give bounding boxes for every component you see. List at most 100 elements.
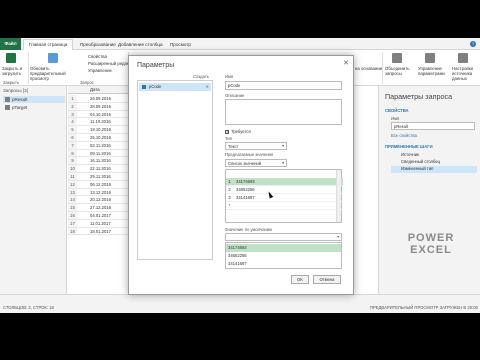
applied-step[interactable]: Сведенный столбец: [391, 159, 477, 166]
query-item-label: pTarget: [12, 105, 28, 110]
table-row[interactable]: 5 19.10.2016: [68, 126, 128, 134]
table-row[interactable]: 2 28.09.2016: [68, 102, 128, 111]
applied-step-selected[interactable]: Измененный тип: [391, 166, 477, 173]
row-number: 18: [68, 227, 77, 235]
table-row[interactable]: 18 18.01.2017: [68, 227, 128, 236]
all-properties-link[interactable]: Все свойства: [391, 133, 417, 138]
type-label: Тип: [225, 136, 232, 141]
scrollbar[interactable]: [336, 170, 341, 222]
table-row[interactable]: 11 29.11.2016: [68, 173, 128, 181]
value-row-number: 2: [228, 187, 231, 192]
column-header-date[interactable]: Дата: [90, 86, 100, 94]
table-row[interactable]: 6 25.10.2016: [68, 134, 128, 142]
description-input[interactable]: [225, 99, 342, 125]
queries-header: Запросы [3]: [3, 88, 28, 93]
cancel-button[interactable]: Отмена: [313, 275, 341, 284]
query-name-input[interactable]: pResult: [391, 122, 475, 130]
value-row-number: *: [228, 203, 231, 208]
table-row[interactable]: 8 09.11.2016: [68, 149, 128, 158]
close-load-button[interactable]: Закрыть и загрузить: [2, 66, 24, 76]
date-cell[interactable]: 18.01.2017: [90, 228, 111, 236]
parameter-item[interactable]: pCode ✕: [139, 83, 211, 91]
grid-header: Дата: [68, 86, 128, 94]
date-cell[interactable]: 06.12.2016: [90, 181, 111, 189]
row-number: 12: [68, 180, 77, 188]
date-cell[interactable]: 09.11.2016: [90, 150, 111, 158]
required-checkbox[interactable]: ✓ Требуется: [225, 129, 251, 134]
manage-button[interactable]: Управление: [88, 68, 112, 73]
default-value-option[interactable]: 34652256: [226, 252, 341, 260]
value-row-new[interactable]: *: [226, 202, 343, 210]
query-item-label: pResult: [12, 97, 28, 102]
table-row[interactable]: 1 26.09.2016: [68, 95, 128, 103]
date-cell[interactable]: 04.01.2017: [90, 212, 111, 220]
tab-file[interactable]: Файл: [0, 38, 21, 50]
value-row[interactable]: 1 34174693: [226, 178, 343, 186]
tab-view[interactable]: Просмотр: [170, 40, 191, 49]
date-cell[interactable]: 02.11.2016: [90, 142, 111, 150]
parameter-name-input[interactable]: pCode: [225, 81, 342, 90]
row-number: 8: [68, 149, 77, 157]
query-item[interactable]: pResult: [3, 96, 65, 103]
tab-home[interactable]: Главная страница: [23, 39, 73, 50]
status-left: СТОЛБЦОВ: 2, СТРОК: 18: [3, 305, 54, 310]
ribbon-tabs: Файл Главная страница Преобразование Доб…: [0, 38, 480, 50]
table-row[interactable]: 4 11.10.2016: [68, 118, 128, 127]
date-cell[interactable]: 26.09.2016: [90, 95, 111, 103]
value-cell[interactable]: 34141687: [236, 194, 255, 202]
applied-steps-header: ПРИМЕНЕННЫЕ ШАГИ: [385, 144, 433, 149]
group-close-label: Закрыть: [3, 80, 20, 85]
table-row[interactable]: 13 13.12.2016: [68, 188, 128, 197]
row-number: 14: [68, 196, 77, 204]
properties-button[interactable]: Свойства: [88, 54, 107, 59]
table-row[interactable]: 10 22.11.2016: [68, 165, 128, 173]
close-icon[interactable]: ✕: [343, 59, 349, 67]
merge-queries-button[interactable]: Объединить запросы: [385, 66, 413, 76]
status-bar: СТОЛБЦОВ: 2, СТРОК: 18 ПРЕДВАРИТЕЛЬНЫЙ П…: [0, 294, 480, 313]
delete-icon[interactable]: ✕: [205, 83, 209, 91]
value-cell[interactable]: 34174693: [236, 178, 255, 186]
table-row[interactable]: 9 16.11.2016: [68, 157, 128, 166]
tab-transform[interactable]: Преобразование: [80, 40, 116, 49]
default-value-select[interactable]: ▾: [225, 233, 342, 241]
value-row-number: 1: [228, 179, 231, 184]
date-cell[interactable]: 20.12.2016: [90, 196, 111, 204]
type-select[interactable]: Текст ▾: [225, 142, 287, 150]
suggested-values-select[interactable]: Список значений ▾: [225, 159, 287, 167]
ok-button[interactable]: OK: [291, 275, 309, 284]
new-parameter-link[interactable]: Создать: [193, 74, 209, 79]
manage-params-button[interactable]: Управление параметрами: [418, 66, 448, 76]
date-cell[interactable]: 11.10.2016: [90, 118, 111, 126]
table-row[interactable]: 12 06.12.2016: [68, 180, 128, 189]
default-value-option[interactable]: 34141687: [226, 260, 341, 268]
row-number: 10: [68, 165, 77, 172]
date-cell[interactable]: 22.11.2016: [90, 165, 111, 173]
date-cell[interactable]: 29.11.2016: [90, 173, 111, 181]
tab-add-column[interactable]: Добавление столбца: [118, 40, 163, 49]
table-icon: [5, 97, 10, 102]
help-icon[interactable]: ?: [470, 41, 476, 47]
table-row[interactable]: 17 11.01.2017: [68, 219, 128, 228]
refresh-preview-button[interactable]: Обновить предварительный просмотр: [30, 66, 82, 81]
value-cell[interactable]: 34652256: [236, 186, 255, 194]
date-cell[interactable]: 13.12.2016: [90, 189, 111, 197]
data-source-button[interactable]: Настройки источника данных: [452, 66, 480, 81]
date-cell[interactable]: 28.09.2016: [90, 103, 111, 111]
date-cell[interactable]: 04.10.2016: [90, 111, 111, 119]
table-row[interactable]: 16 04.01.2017: [68, 212, 128, 220]
applied-step[interactable]: Источник: [391, 152, 477, 159]
date-cell[interactable]: 19.10.2016: [90, 126, 111, 134]
table-row[interactable]: 7 02.11.2016: [68, 141, 128, 150]
date-cell[interactable]: 16.11.2016: [90, 157, 111, 165]
date-cell[interactable]: 11.01.2017: [90, 220, 111, 228]
default-value-option[interactable]: 34174693: [226, 244, 341, 252]
table-row[interactable]: 3 04.10.2016: [68, 110, 128, 119]
date-cell[interactable]: 27.12.2016: [90, 204, 111, 212]
query-item[interactable]: pTarget: [3, 104, 65, 111]
value-row[interactable]: 3 34141687: [226, 194, 343, 202]
table-row[interactable]: 15 27.12.2016: [68, 204, 128, 212]
value-row[interactable]: 2 34652256: [226, 186, 343, 194]
table-row[interactable]: 14 20.12.2016: [68, 196, 128, 205]
default-value-dropdown: 34174693 34652256 34141687: [225, 242, 342, 269]
date-cell[interactable]: 25.10.2016: [90, 134, 111, 142]
